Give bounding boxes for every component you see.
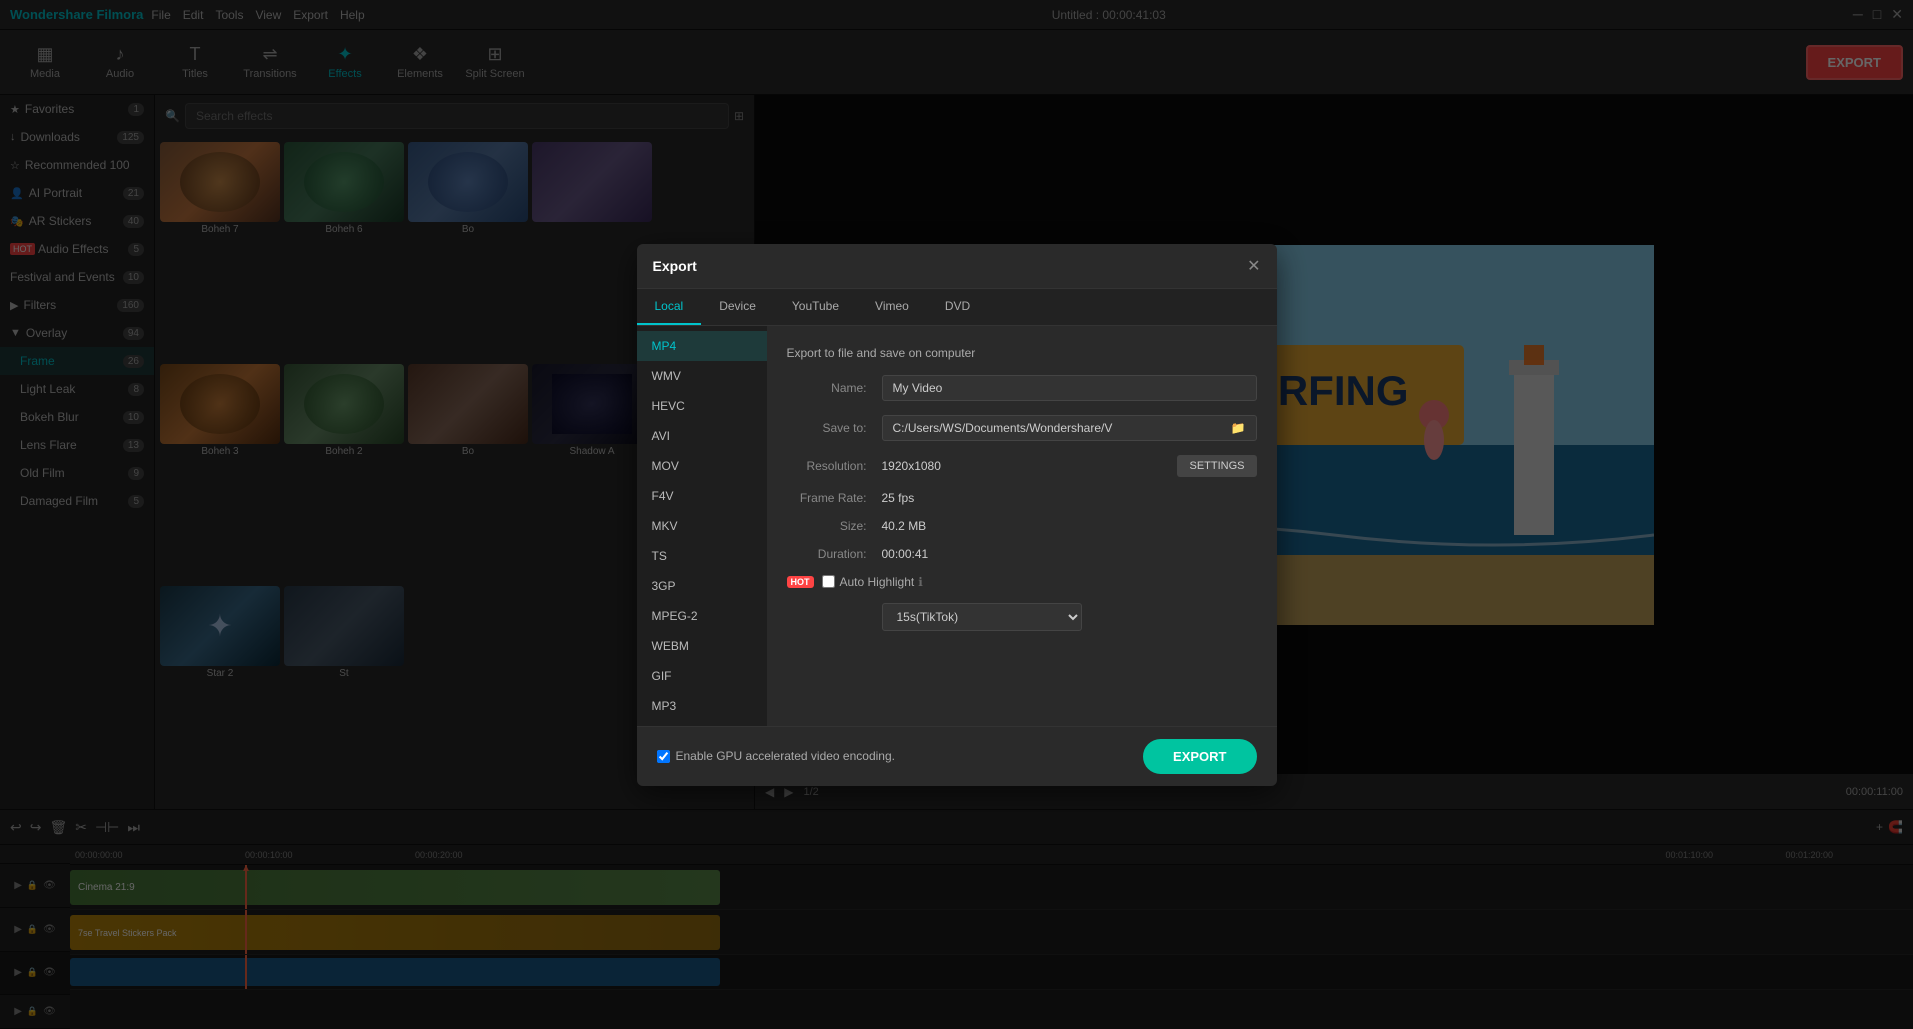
format-mpeg2[interactable]: MPEG-2 xyxy=(637,601,767,631)
save-path-field[interactable]: C:/Users/WS/Documents/Wondershare/V 📁 xyxy=(882,415,1257,441)
format-mkv[interactable]: MKV xyxy=(637,511,767,541)
name-row: Name: xyxy=(787,375,1257,401)
format-avi[interactable]: AVI xyxy=(637,421,767,451)
export-dialog-btn[interactable]: EXPORT xyxy=(1143,739,1256,774)
resolution-label: Resolution: xyxy=(787,459,867,473)
info-icon[interactable]: ℹ xyxy=(918,575,923,589)
format-ts[interactable]: TS xyxy=(637,541,767,571)
auto-highlight-label: Auto Highlight xyxy=(840,575,915,589)
export-description: Export to file and save on computer xyxy=(787,346,1257,360)
format-list: MP4 WMV HEVC AVI MOV F4V MKV TS 3GP MPEG… xyxy=(637,326,767,726)
framerate-value: 25 fps xyxy=(882,491,1257,505)
format-gif[interactable]: GIF xyxy=(637,661,767,691)
size-label: Size: xyxy=(787,519,867,533)
hot-badge: HOT xyxy=(787,576,814,588)
name-input[interactable] xyxy=(882,375,1257,401)
format-wmv[interactable]: WMV xyxy=(637,361,767,391)
framerate-label: Frame Rate: xyxy=(787,491,867,505)
format-webm[interactable]: WEBM xyxy=(637,631,767,661)
duration-label: Duration: xyxy=(787,547,867,561)
duration-row: Duration: 00:00:41 xyxy=(787,547,1257,561)
gpu-checkbox[interactable] xyxy=(657,750,670,763)
highlight-option-row: 15s(TikTok) xyxy=(787,603,1257,631)
settings-button[interactable]: SETTINGS xyxy=(1177,455,1256,477)
dialog-close-btn[interactable]: ✕ xyxy=(1247,256,1260,276)
format-mp4[interactable]: MP4 xyxy=(637,331,767,361)
duration-value: 00:00:41 xyxy=(882,547,1257,561)
name-label: Name: xyxy=(787,381,867,395)
folder-icon[interactable]: 📁 xyxy=(1231,421,1246,435)
tab-youtube[interactable]: YouTube xyxy=(774,289,857,325)
dialog-footer: Enable GPU accelerated video encoding. E… xyxy=(637,726,1277,786)
tab-vimeo[interactable]: Vimeo xyxy=(857,289,927,325)
framerate-row: Frame Rate: 25 fps xyxy=(787,491,1257,505)
dialog-overlay: Export ✕ Local Device YouTube Vimeo DVD … xyxy=(0,0,1913,1029)
gpu-option: Enable GPU accelerated video encoding. xyxy=(657,749,895,763)
resolution-row: Resolution: 1920x1080 SETTINGS xyxy=(787,455,1257,477)
dialog-header: Export ✕ xyxy=(637,244,1277,289)
format-mov[interactable]: MOV xyxy=(637,451,767,481)
dialog-title: Export xyxy=(653,258,697,274)
save-row: Save to: C:/Users/WS/Documents/Wondersha… xyxy=(787,415,1257,441)
save-path-value: C:/Users/WS/Documents/Wondershare/V xyxy=(893,421,1113,435)
tab-device[interactable]: Device xyxy=(701,289,774,325)
gpu-label: Enable GPU accelerated video encoding. xyxy=(676,749,895,763)
format-settings: Export to file and save on computer Name… xyxy=(767,326,1277,726)
auto-highlight-checkbox[interactable] xyxy=(822,575,835,588)
tab-local[interactable]: Local xyxy=(637,289,702,325)
size-value: 40.2 MB xyxy=(882,519,1257,533)
format-mp3[interactable]: MP3 xyxy=(637,691,767,721)
tab-dvd[interactable]: DVD xyxy=(927,289,988,325)
auto-highlight-row: HOT Auto Highlight ℹ xyxy=(787,575,1257,589)
format-3gp[interactable]: 3GP xyxy=(637,571,767,601)
save-label: Save to: xyxy=(787,421,867,435)
resolution-value: 1920x1080 xyxy=(882,459,1170,473)
dialog-body: MP4 WMV HEVC AVI MOV F4V MKV TS 3GP MPEG… xyxy=(637,326,1277,726)
format-f4v[interactable]: F4V xyxy=(637,481,767,511)
size-row: Size: 40.2 MB xyxy=(787,519,1257,533)
format-hevc[interactable]: HEVC xyxy=(637,391,767,421)
highlight-dropdown[interactable]: 15s(TikTok) xyxy=(882,603,1082,631)
dialog-tabs: Local Device YouTube Vimeo DVD xyxy=(637,289,1277,326)
export-dialog: Export ✕ Local Device YouTube Vimeo DVD … xyxy=(637,244,1277,786)
